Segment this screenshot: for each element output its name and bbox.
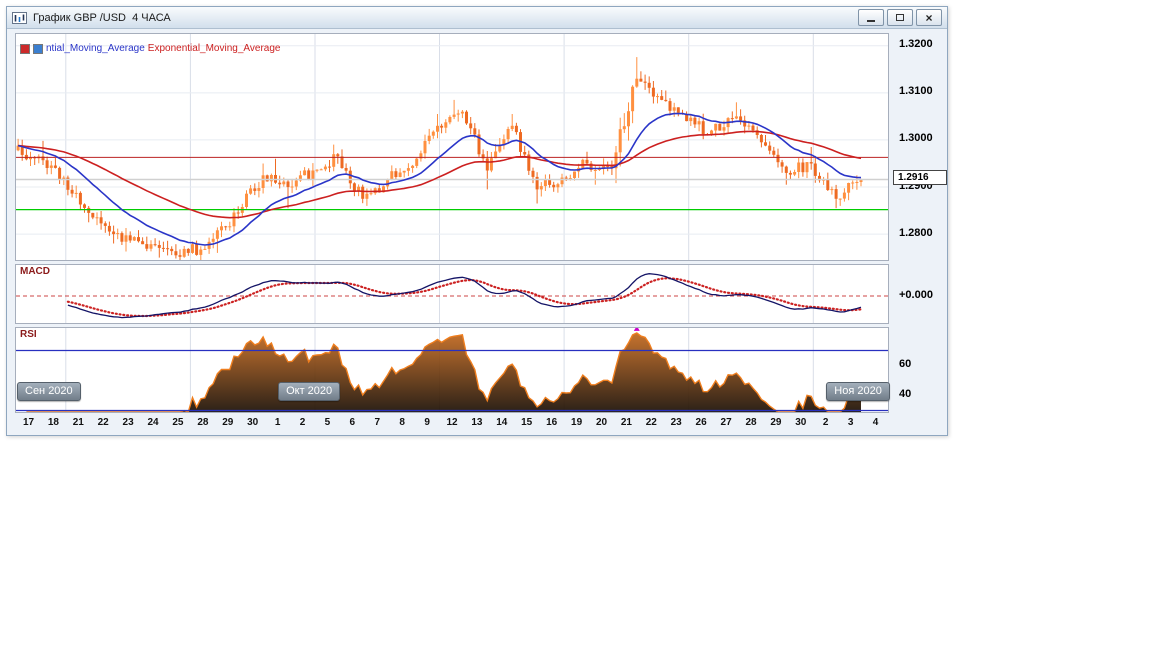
- chart-window: График GBP /USD 4 ЧАСА × ntial_Moving_Av…: [6, 6, 948, 436]
- time-axis-label: 6: [349, 417, 356, 428]
- close-icon: ×: [925, 10, 933, 25]
- time-axis-label: 2: [822, 417, 829, 428]
- time-axis-label: 30: [247, 417, 259, 428]
- minimize-button[interactable]: [858, 9, 884, 26]
- time-axis-label: 9: [424, 417, 430, 428]
- time-axis-label: 4: [872, 417, 879, 428]
- rsi-axis-label-40: 40: [899, 388, 912, 400]
- price-axis[interactable]: 1.2916 +0.000 60 40 1.3200 1.3100 1.3000 1.…: [891, 33, 947, 415]
- time-axis-label: 1: [274, 417, 281, 428]
- time-axis-label: 25: [172, 417, 184, 428]
- price-tick-label: 1.3000: [899, 132, 933, 145]
- time-axis-label: 29: [222, 417, 234, 428]
- blue-square-button[interactable]: [33, 43, 43, 54]
- maximize-button[interactable]: [887, 9, 913, 26]
- time-axis-label: 28: [197, 417, 209, 428]
- time-axis-label: 19: [571, 417, 583, 428]
- rsi-chart-canvas[interactable]: [16, 328, 888, 412]
- month-badge-oct[interactable]: Окт 2020: [278, 382, 341, 401]
- time-axis-label: 18: [47, 417, 59, 428]
- price-tick-label: 1.3200: [899, 38, 933, 51]
- time-axis-label: 21: [620, 417, 632, 428]
- time-axis-label: 12: [446, 417, 458, 428]
- maximize-icon: [896, 14, 904, 21]
- time-axis-label: 20: [595, 417, 608, 428]
- time-axis-label: 22: [645, 417, 657, 428]
- time-axis-label: 30: [795, 417, 807, 428]
- time-axis-label: 28: [745, 417, 757, 428]
- window-controls: ×: [858, 9, 942, 26]
- time-axis-label: 7: [374, 417, 381, 428]
- time-axis-label: 8: [399, 417, 405, 428]
- time-axis-label: 13: [471, 417, 483, 428]
- price-chart-canvas[interactable]: [16, 34, 888, 260]
- red-square-button[interactable]: [20, 43, 30, 54]
- time-axis-label: 17: [22, 417, 35, 428]
- time-axis-label: 14: [496, 417, 508, 428]
- price-tick-label: 1.3100: [899, 85, 933, 98]
- time-axis-label: 15: [521, 417, 533, 428]
- rsi-axis-label-60: 60: [899, 358, 912, 370]
- time-axis[interactable]: 17 18 21 22 23 24 25 28 29 30 1 2 5 6 7 8 9 12 13 14 15 16 19 2…: [16, 415, 890, 431]
- time-axis-label: 23: [670, 417, 682, 428]
- candlestick-chart-icon: [12, 11, 27, 24]
- month-badge-nov[interactable]: Ноя 2020: [826, 382, 890, 401]
- rsi-label: RSI: [20, 329, 37, 340]
- title-bar[interactable]: График GBP /USD 4 ЧАСА ×: [7, 7, 947, 29]
- time-axis-label: 16: [546, 417, 558, 428]
- time-axis-label: 29: [770, 417, 782, 428]
- time-axis-label: 2: [299, 417, 306, 428]
- time-axis-label: 5: [324, 417, 331, 428]
- minimize-icon: [867, 19, 875, 22]
- macd-zero-label: +0.000: [899, 289, 933, 301]
- indicator-legend: ntial_Moving_Average Exponential_Moving_…: [20, 43, 280, 54]
- time-axis-label: 3: [847, 417, 854, 428]
- ema-legend-label: Exponential_Moving_Average: [147, 43, 281, 54]
- macd-label: MACD: [20, 266, 50, 277]
- macd-panel[interactable]: [15, 264, 889, 324]
- close-button[interactable]: ×: [916, 9, 942, 26]
- month-badge-sep[interactable]: Сен 2020: [17, 382, 81, 401]
- time-axis-label: 21: [72, 417, 84, 428]
- window-title: График GBP /USD 4 ЧАСА: [33, 11, 171, 24]
- price-tick-label: 1.2800: [899, 226, 933, 239]
- price-panel[interactable]: [15, 33, 889, 261]
- current-price-tag: 1.2916: [893, 170, 947, 186]
- time-axis-label: 24: [147, 417, 159, 428]
- time-axis-label: 22: [97, 417, 109, 428]
- rsi-panel[interactable]: [15, 327, 889, 413]
- time-axis-label: 26: [695, 417, 707, 428]
- ema-legend-label-truncated: ntial_Moving_Average: [46, 43, 145, 54]
- chart-area: ntial_Moving_Average Exponential_Moving_…: [15, 33, 947, 433]
- time-axis-label: 27: [720, 417, 732, 428]
- macd-chart-canvas[interactable]: [16, 265, 888, 323]
- time-axis-label: 23: [122, 417, 134, 428]
